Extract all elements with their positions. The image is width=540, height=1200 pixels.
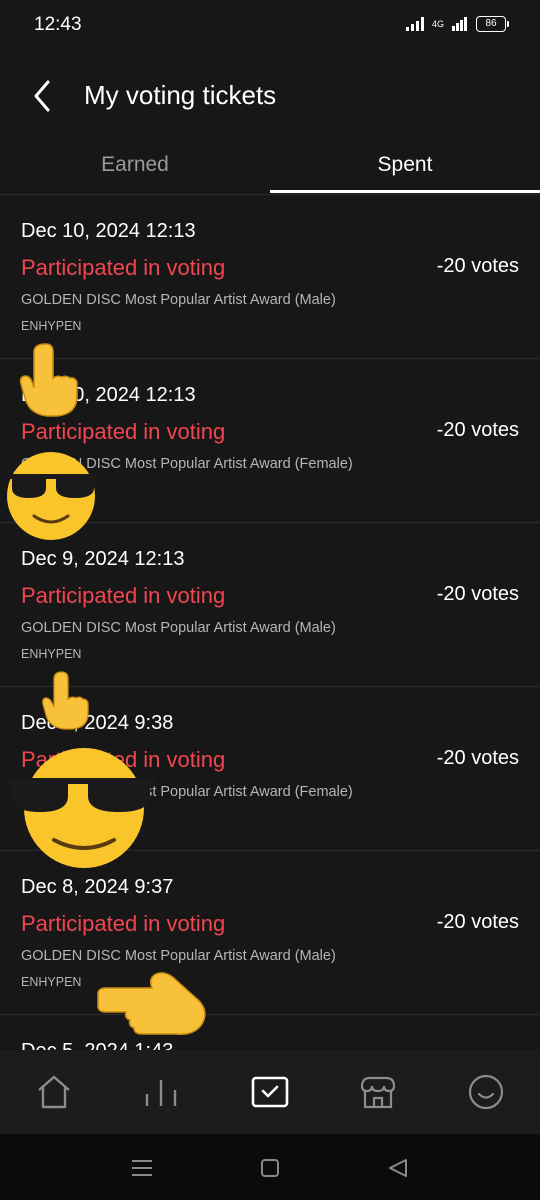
- status-bar: 12:43 4G 86: [0, 0, 540, 52]
- sunglasses-face-icon: [6, 748, 156, 868]
- system-navigation-bar: [0, 1134, 540, 1200]
- menu-icon: [132, 1160, 152, 1176]
- tab-bar: Earned Spent: [0, 140, 540, 195]
- entry-votes: -20 votes: [436, 255, 519, 277]
- bottom-navigation: [0, 1050, 540, 1134]
- home-icon: [38, 1075, 70, 1109]
- page-title: My voting tickets: [84, 80, 277, 110]
- nav-profile[interactable]: [466, 1072, 506, 1112]
- battery-indicator: 86: [476, 16, 509, 32]
- system-menu-button[interactable]: [130, 1156, 154, 1180]
- nav-store[interactable]: [358, 1072, 398, 1112]
- signal-icon: [405, 17, 424, 31]
- entry-votes: -20 votes: [436, 747, 519, 769]
- entry-date: Dec 9, 2024 12:13: [21, 548, 185, 570]
- chevron-left-icon: [34, 80, 50, 112]
- vote-check-icon: [251, 1076, 289, 1108]
- nav-vote[interactable]: [250, 1072, 290, 1112]
- profile-smile-icon: [468, 1074, 504, 1110]
- entry-votes: -20 votes: [436, 419, 519, 441]
- entry-date: Dec 10, 2024 12:13: [21, 220, 196, 242]
- list-item: Dec 5, 2024 1:43: [0, 1015, 540, 1050]
- tab-spent[interactable]: Spent: [270, 140, 540, 192]
- nav-chart[interactable]: [141, 1072, 181, 1112]
- signal-4g-icon: [452, 17, 467, 31]
- store-icon: [360, 1076, 396, 1109]
- chart-icon: [145, 1080, 177, 1106]
- entry-action: Participated in voting: [21, 419, 226, 444]
- pointing-left-hand-icon: [97, 972, 206, 1036]
- list-item: Dec 10, 2024 12:13 Participated in votin…: [0, 195, 540, 359]
- app-header: My voting tickets: [0, 60, 540, 132]
- nav-home[interactable]: [34, 1072, 74, 1112]
- home-square-icon: [261, 1159, 279, 1177]
- entry-award: GOLDEN DISC Most Popular Artist Award (M…: [21, 292, 336, 308]
- entry-award: GOLDEN DISC Most Popular Artist Award (M…: [21, 620, 336, 636]
- status-time: 12:43: [34, 14, 82, 35]
- tab-earned[interactable]: Earned: [0, 140, 270, 192]
- voting-ticket-list[interactable]: Dec 10, 2024 12:13 Participated in votin…: [0, 195, 540, 1050]
- entry-artist: ENHYPEN: [21, 647, 82, 661]
- entry-artist: ENHYPEN: [21, 319, 82, 333]
- back-button[interactable]: [26, 76, 62, 116]
- tab-active-indicator: [270, 190, 540, 193]
- entry-date: Dec 8, 2024 9:37: [21, 876, 174, 898]
- entry-action: Participated in voting: [21, 911, 226, 936]
- sunglasses-face-icon: [6, 452, 100, 540]
- entry-artist: ENHYPEN: [21, 975, 82, 989]
- entry-action: Participated in voting: [21, 255, 226, 280]
- entry-date: Dec 5, 2024 1:43: [21, 1040, 173, 1050]
- pointing-down-hand-icon: [19, 343, 78, 417]
- system-home-button[interactable]: [258, 1156, 282, 1180]
- list-item: Dec 9, 2024 12:13 Participated in voting…: [0, 523, 540, 687]
- list-item: Dec 8, 2024 9:37 Participated in voting …: [0, 851, 540, 1015]
- status-icons: 4G 86: [405, 16, 509, 32]
- entry-votes: -20 votes: [436, 911, 519, 933]
- back-triangle-icon: [389, 1159, 407, 1177]
- network-type: 4G: [431, 19, 444, 29]
- entry-award: GOLDEN DISC Most Popular Artist Award (M…: [21, 948, 336, 964]
- entry-votes: -20 votes: [436, 583, 519, 605]
- pointing-down-hand-icon: [42, 671, 89, 730]
- entry-action: Participated in voting: [21, 583, 226, 608]
- system-back-button[interactable]: [386, 1156, 410, 1180]
